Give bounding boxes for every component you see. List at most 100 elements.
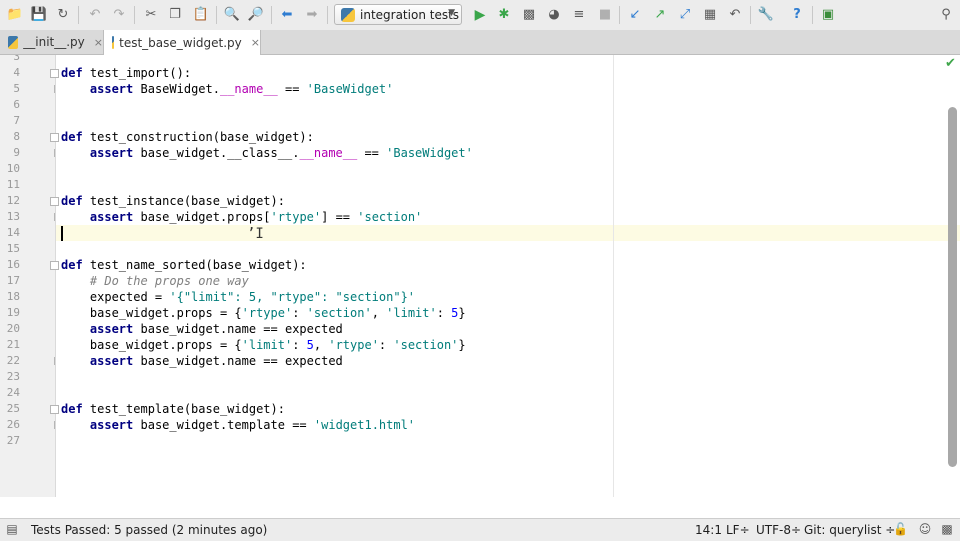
code-line[interactable]: assert base_widget.__class__.__name__ ==…	[61, 145, 473, 161]
line-number: 14	[6, 226, 20, 239]
open-icon[interactable]: 📁	[6, 6, 24, 24]
line-separator[interactable]: LF÷	[726, 523, 750, 537]
code-line[interactable]: def test_template(base_widget):	[61, 401, 285, 417]
toolbar-separator	[78, 6, 79, 24]
coverage-icon[interactable]: ▩	[520, 6, 538, 24]
search-icon[interactable]: ⚲	[937, 6, 955, 24]
toolbar-separator	[134, 6, 135, 24]
line-number: 25	[6, 402, 20, 415]
code-token: __name__	[219, 82, 278, 96]
code-line[interactable]: assert base_widget.template == 'widget1.…	[61, 417, 415, 433]
structure-icon[interactable]: ▣	[819, 6, 837, 24]
file-encoding[interactable]: UTF-8÷	[756, 523, 801, 537]
code-token: def	[61, 402, 83, 416]
line-number: 7	[13, 114, 20, 127]
forward-icon[interactable]: ➡	[303, 6, 321, 24]
code-token: base_widget.template ==	[133, 418, 314, 432]
vcs-revert-icon[interactable]: ↶	[726, 6, 744, 24]
code-line[interactable]: def test_name_sorted(base_widget):	[61, 257, 307, 273]
fold-end-marker-icon[interactable]	[50, 213, 59, 222]
line-number: 6	[13, 98, 20, 111]
code-line[interactable]: base_widget.props = {'rtype': 'section',…	[61, 305, 466, 321]
sync-icon[interactable]: ↻	[54, 6, 72, 24]
debug-icon[interactable]: ✱	[495, 6, 513, 24]
fold-marker-icon[interactable]	[50, 133, 59, 142]
tab-label: test_base_widget.py	[119, 35, 242, 50]
code-token: # Do the props one way	[89, 274, 249, 288]
toolbar-separator	[750, 6, 751, 24]
help-icon[interactable]: ?	[788, 6, 806, 24]
close-icon[interactable]: ×	[94, 36, 103, 49]
code-line[interactable]: assert BaseWidget.__name__ == 'BaseWidge…	[61, 81, 393, 97]
toolbar-separator	[812, 6, 813, 24]
code-token: :	[292, 338, 307, 352]
close-icon[interactable]: ×	[251, 36, 260, 49]
fold-end-marker-icon[interactable]	[50, 421, 59, 430]
code-token: ==	[357, 146, 387, 160]
line-number: 5	[13, 82, 20, 95]
run-concurrency-icon[interactable]: ≡	[570, 6, 588, 24]
code-line[interactable]: assert base_widget.props['rtype'] == 'se…	[61, 209, 422, 225]
replace-icon[interactable]: 🔎	[247, 6, 265, 24]
toolbar-separator	[271, 6, 272, 24]
code-token: __name__	[299, 146, 358, 160]
code-token: base_widget.name == expected	[133, 354, 343, 368]
tab-init-py[interactable]: __init__.py ×	[0, 30, 103, 54]
fold-marker-icon[interactable]	[50, 261, 59, 270]
line-number-gutter[interactable]: 3 4 5 6 7 8 9 10 11 12 13 14 15 16 17 18 19 20 21 22 23 24 25 2…	[0, 55, 59, 497]
fold-end-marker-icon[interactable]	[50, 85, 59, 94]
code-token: assert	[89, 210, 134, 224]
line-number: 10	[6, 162, 20, 175]
vcs-history-icon[interactable]: ▦	[701, 6, 719, 24]
code-line[interactable]: def test_instance(base_widget):	[61, 193, 285, 209]
fold-end-marker-icon[interactable]	[50, 357, 59, 366]
chevron-down-icon: ▼	[448, 8, 455, 18]
line-number: 16	[6, 258, 20, 271]
run-icon[interactable]: ▶	[471, 6, 489, 24]
stop-icon[interactable]: ■	[596, 6, 614, 24]
code-token: def	[61, 130, 83, 144]
tab-test-base-widget[interactable]: test_base_widget.py ×	[103, 30, 261, 55]
caret-position[interactable]: 14:1	[695, 523, 722, 537]
cut-icon[interactable]: ✂	[142, 6, 160, 24]
line-number: 8	[13, 130, 20, 143]
code-line[interactable]: expected = '{"limit": 5, "rtype": "secti…	[61, 289, 415, 305]
vcs-update-icon[interactable]: ↙	[626, 6, 644, 24]
python-icon	[341, 7, 355, 22]
tool-windows-icon[interactable]: ▤	[5, 522, 19, 536]
save-icon[interactable]: 💾	[30, 6, 48, 24]
code-line[interactable]: assert base_widget.name == expected	[61, 321, 343, 337]
redo-icon[interactable]: ↷	[110, 6, 128, 24]
settings-icon[interactable]: 🔧	[757, 6, 775, 24]
line-number: 22	[6, 354, 20, 367]
vcs-branch[interactable]: Git: querylist ÷	[804, 523, 895, 537]
vcs-compare-icon[interactable]: ⤢	[676, 6, 694, 24]
code-line[interactable]: # Do the props one way	[61, 273, 249, 289]
toolbar-separator	[327, 6, 328, 24]
code-line[interactable]: assert base_widget.name == expected	[61, 353, 343, 369]
find-icon[interactable]: 🔍	[223, 6, 241, 24]
back-icon[interactable]: ⬅	[278, 6, 296, 24]
run-configuration-selector[interactable]: integration tests ▼	[334, 4, 462, 25]
status-message[interactable]: Tests Passed: 5 passed (2 minutes ago)	[31, 523, 267, 537]
code-line[interactable]: def test_import():	[61, 65, 191, 81]
vertical-scrollbar[interactable]	[948, 107, 957, 467]
code-line[interactable]: def test_construction(base_widget):	[61, 129, 314, 145]
inspector-icon[interactable]: ☺	[918, 522, 932, 536]
fold-marker-icon[interactable]	[50, 197, 59, 206]
event-log-icon[interactable]: ▩	[940, 522, 954, 536]
vcs-commit-icon[interactable]: ↗	[651, 6, 669, 24]
code-line[interactable]: base_widget.props = {'limit': 5, 'rtype'…	[61, 337, 466, 353]
line-number: 13	[6, 210, 20, 223]
copy-icon[interactable]: ❐	[166, 6, 184, 24]
code-editor[interactable]: 3 4 5 6 7 8 9 10 11 12 13 14 15 16 17 18 19 20 21 22 23 24 25 2…	[0, 55, 960, 497]
profile-icon[interactable]: ◕	[545, 6, 563, 24]
undo-icon[interactable]: ↶	[86, 6, 104, 24]
paste-icon[interactable]: 📋	[192, 6, 210, 24]
fold-marker-icon[interactable]	[50, 405, 59, 414]
code-token: expected =	[61, 290, 170, 304]
fold-end-marker-icon[interactable]	[50, 149, 59, 158]
fold-marker-icon[interactable]	[50, 69, 59, 78]
lock-icon[interactable]: 🔓	[893, 522, 908, 536]
